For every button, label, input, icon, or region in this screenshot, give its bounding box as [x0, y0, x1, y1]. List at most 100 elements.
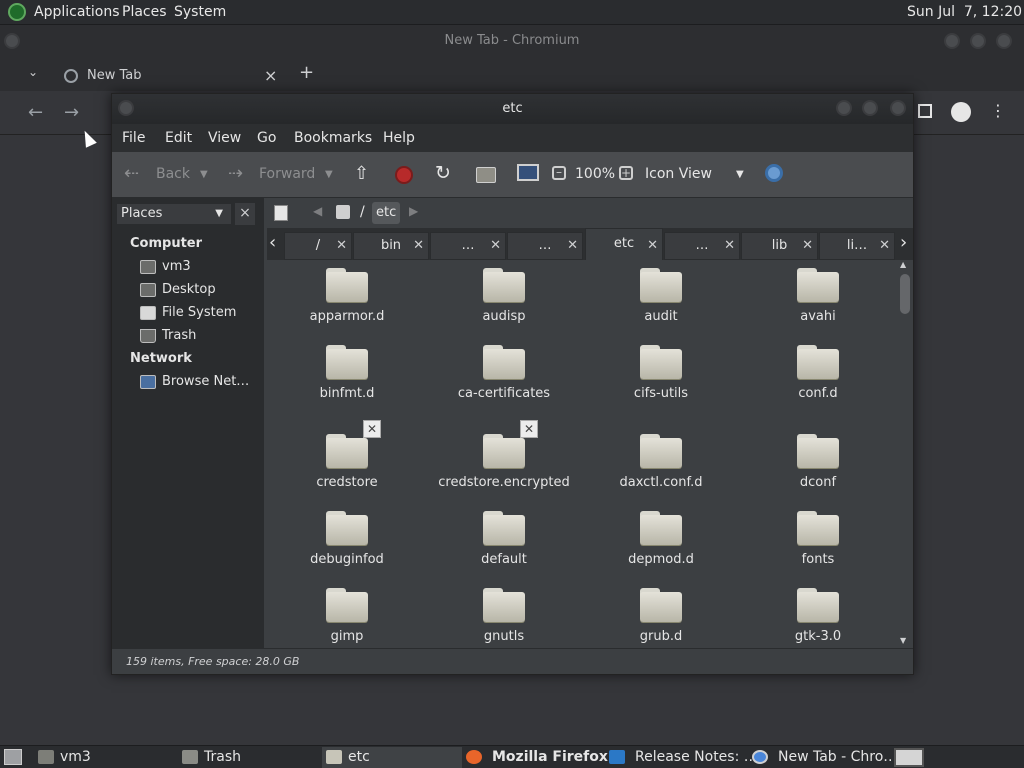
maximize-button[interactable]: [970, 33, 986, 49]
profile-avatar-icon[interactable]: [951, 102, 971, 122]
menu-system[interactable]: System: [174, 4, 226, 20]
location-root-button[interactable]: /: [360, 204, 365, 220]
menu-places[interactable]: Places: [122, 4, 167, 20]
computer-icon[interactable]: [517, 164, 539, 181]
minimize-button[interactable]: [944, 33, 960, 49]
taskbar-item-firefox[interactable]: Mozilla Firefox: [466, 747, 608, 768]
tab-etc-active[interactable]: etc ✕: [585, 228, 663, 260]
fm-maximize-button[interactable]: [862, 100, 878, 116]
folder-item[interactable]: gimp: [277, 582, 417, 648]
chromium-titlebar[interactable]: New Tab - Chromium: [0, 25, 1024, 57]
tab-ellipsis-1[interactable]: … ✕: [430, 232, 506, 260]
menu-go[interactable]: Go: [257, 130, 276, 146]
tab-bin[interactable]: bin ✕: [353, 232, 429, 260]
up-icon[interactable]: ⇧: [354, 163, 369, 184]
distro-logo-icon[interactable]: [8, 3, 26, 21]
back-icon[interactable]: ⇠: [124, 163, 139, 184]
clock[interactable]: Sun Jul 7, 12:20 AM: [907, 4, 1024, 20]
window-menu-button[interactable]: [4, 33, 20, 49]
folder-item[interactable]: ✕ credstore: [277, 420, 417, 500]
folder-item[interactable]: daxctl.conf.d: [591, 428, 731, 500]
folder-item[interactable]: depmod.d: [591, 505, 731, 577]
location-right-arrow-icon[interactable]: ▶: [409, 204, 418, 218]
folder-item[interactable]: conf.d: [748, 339, 888, 411]
tab-close-icon[interactable]: ✕: [802, 233, 813, 259]
fm-minimize-button[interactable]: [836, 100, 852, 116]
drive-icon[interactable]: [336, 205, 350, 219]
tab-close-icon[interactable]: ✕: [647, 231, 658, 261]
close-button[interactable]: [996, 33, 1012, 49]
folder-item[interactable]: ca-certificates: [434, 339, 574, 411]
chromium-tab-new-tab[interactable]: New Tab ×: [50, 61, 290, 91]
tab-lib[interactable]: lib ✕: [741, 232, 818, 260]
sidebar-item-desktop[interactable]: Desktop: [140, 282, 260, 300]
tab-ellipsis-2[interactable]: … ✕: [507, 232, 583, 260]
forward-history-icon[interactable]: ▼: [325, 169, 333, 180]
tab-close-icon[interactable]: ✕: [724, 233, 735, 259]
menu-bookmarks[interactable]: Bookmarks: [294, 130, 372, 146]
fm-window-menu-button[interactable]: [118, 100, 134, 116]
sidebar-item-vm3[interactable]: vm3: [140, 259, 260, 277]
folder-item[interactable]: apparmor.d: [277, 262, 417, 334]
folder-item[interactable]: dconf: [748, 428, 888, 500]
menu-applications[interactable]: Applications: [34, 4, 120, 20]
reload-icon[interactable]: ↻: [435, 162, 451, 184]
folder-item[interactable]: ✕ credstore.encrypted: [434, 420, 574, 500]
tab-root[interactable]: / ✕: [284, 232, 352, 260]
folder-item[interactable]: default: [434, 505, 574, 577]
tab-close-icon[interactable]: ✕: [413, 233, 424, 259]
home-icon[interactable]: [476, 167, 496, 183]
sidebar-header-select[interactable]: Places ▼: [116, 203, 232, 225]
folder-item[interactable]: gnutls: [434, 582, 574, 648]
menu-edit[interactable]: Edit: [165, 130, 192, 146]
fm-titlebar[interactable]: etc: [112, 94, 913, 124]
location-left-arrow-icon[interactable]: ◀: [313, 204, 322, 218]
menu-help[interactable]: Help: [383, 130, 415, 146]
new-tab-button[interactable]: +: [299, 62, 314, 83]
sidebar-item-trash[interactable]: Trash: [140, 328, 260, 346]
scroll-up-icon[interactable]: ▲: [900, 260, 906, 269]
folder-item[interactable]: audit: [591, 262, 731, 334]
folder-item[interactable]: grub.d: [591, 582, 731, 648]
tab-close-icon[interactable]: ✕: [336, 233, 347, 259]
taskbar-item-vm3[interactable]: vm3: [38, 747, 178, 768]
view-mode-select[interactable]: Icon View: [645, 166, 712, 182]
location-current-button[interactable]: etc: [372, 202, 401, 224]
show-desktop-icon[interactable]: [4, 749, 22, 765]
taskbar-item-etc[interactable]: etc: [322, 747, 462, 768]
menu-view[interactable]: View: [208, 130, 241, 146]
taskbar-item-release-notes[interactable]: Release Notes: …: [609, 747, 758, 768]
back-button[interactable]: Back: [156, 166, 190, 182]
tab-search-icon[interactable]: ⌄: [28, 65, 38, 79]
folder-item[interactable]: gtk-3.0: [748, 582, 888, 648]
tab-close-icon[interactable]: ✕: [567, 233, 578, 259]
folder-item[interactable]: avahi: [748, 262, 888, 334]
zoom-in-icon[interactable]: +: [619, 166, 633, 180]
sidebar-item-file-system[interactable]: File System: [140, 305, 260, 323]
menu-file[interactable]: File: [122, 130, 145, 146]
forward-icon[interactable]: ⇢: [228, 163, 243, 184]
sidebar-close-button[interactable]: ×: [235, 203, 255, 225]
folder-item[interactable]: debuginfod: [277, 505, 417, 577]
tab-close-icon[interactable]: ✕: [879, 233, 890, 259]
tabs-scroll-left-icon[interactable]: ‹: [269, 232, 276, 253]
sidebar-item-browse-network[interactable]: Browse Net…: [140, 374, 262, 392]
view-mode-dropdown-icon[interactable]: ▼: [736, 169, 744, 180]
forward-button[interactable]: Forward: [259, 166, 315, 182]
fm-close-button[interactable]: [890, 100, 906, 116]
zoom-out-icon[interactable]: –: [552, 166, 566, 180]
folder-item[interactable]: binfmt.d: [277, 339, 417, 411]
tab-close-icon[interactable]: ×: [264, 66, 277, 85]
stop-icon[interactable]: [395, 166, 413, 184]
forward-arrow-icon[interactable]: →: [64, 102, 79, 123]
back-history-icon[interactable]: ▼: [200, 169, 208, 180]
chrome-menu-icon[interactable]: ⋮: [990, 101, 1006, 120]
scroll-down-icon[interactable]: ▼: [900, 636, 906, 645]
folder-item[interactable]: cifs-utils: [591, 339, 731, 411]
taskbar-item-chromium[interactable]: New Tab - Chro…: [752, 747, 897, 768]
tab-ellipsis-3[interactable]: … ✕: [664, 232, 740, 260]
side-panel-icon[interactable]: [918, 104, 932, 118]
edit-location-icon[interactable]: [274, 205, 288, 221]
fm-scrollbar[interactable]: ▲ ▼: [897, 260, 913, 648]
folder-item[interactable]: audisp: [434, 262, 574, 334]
